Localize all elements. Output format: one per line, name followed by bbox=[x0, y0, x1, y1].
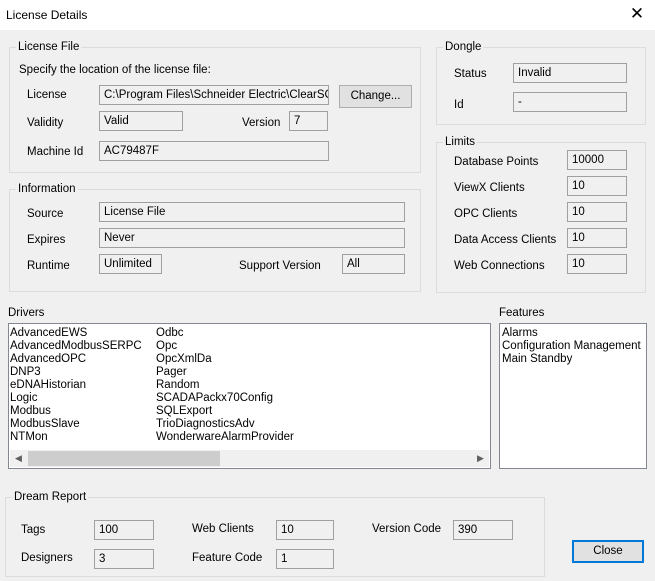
version-label: Version bbox=[242, 117, 281, 129]
version-field[interactable]: 7 bbox=[289, 111, 328, 131]
driver-item[interactable]: AdvancedOPC bbox=[10, 353, 142, 366]
web-clients-label: Web Clients bbox=[192, 523, 254, 535]
version-code-label: Version Code bbox=[372, 523, 442, 535]
limit-field-viewx-clients[interactable]: 10 bbox=[567, 176, 627, 196]
tags-label: Tags bbox=[21, 524, 46, 536]
id-field[interactable]: - bbox=[513, 92, 627, 112]
drivers-horizontal-scrollbar[interactable]: ◀ ▶ bbox=[10, 450, 489, 467]
limit-label-web-connections: Web Connections bbox=[454, 260, 545, 272]
feature-code-label: Feature Code bbox=[192, 552, 263, 564]
driver-item[interactable]: AdvancedModbusSERPC bbox=[10, 340, 142, 353]
limit-label-opc-clients: OPC Clients bbox=[454, 208, 518, 220]
driver-item[interactable]: WonderwareAlarmProvider bbox=[156, 431, 294, 444]
machine-id-label: Machine Id bbox=[27, 146, 84, 158]
driver-item[interactable]: ModbusSlave bbox=[10, 418, 142, 431]
driver-item[interactable]: AdvancedEWS bbox=[10, 327, 142, 340]
driver-item[interactable]: SQLExport bbox=[156, 405, 294, 418]
tags-field[interactable]: 100 bbox=[94, 520, 154, 540]
machine-id-field[interactable]: AC79487F bbox=[99, 141, 329, 161]
limit-field-web-connections[interactable]: 10 bbox=[567, 254, 627, 274]
limit-field-database-points[interactable]: 10000 bbox=[567, 150, 627, 170]
driver-item[interactable]: Random bbox=[156, 379, 294, 392]
drivers-column-1: AdvancedEWS AdvancedModbusSERPC Advanced… bbox=[10, 327, 142, 444]
designers-field[interactable]: 3 bbox=[94, 549, 154, 569]
driver-item[interactable]: Odbc bbox=[156, 327, 294, 340]
expires-label: Expires bbox=[27, 234, 66, 246]
features-list[interactable]: Alarms Configuration Management Main Sta… bbox=[499, 323, 647, 469]
feature-item[interactable]: Configuration Management bbox=[502, 340, 641, 353]
web-clients-field[interactable]: 10 bbox=[276, 520, 334, 540]
feature-item[interactable]: Main Standby bbox=[502, 353, 641, 366]
license-label: License bbox=[27, 89, 67, 101]
title-bar: License Details ✕ bbox=[0, 0, 655, 30]
driver-item[interactable]: Opc bbox=[156, 340, 294, 353]
support-version-label: Support Version bbox=[239, 260, 321, 272]
license-file-group-label: License File bbox=[16, 40, 82, 54]
scrollbar-thumb[interactable] bbox=[28, 451, 220, 466]
drivers-column-2: Odbc Opc OpcXmlDa Pager Random SCADAPack… bbox=[156, 327, 294, 444]
driver-item[interactable]: TrioDiagnosticsAdv bbox=[156, 418, 294, 431]
driver-item[interactable]: eDNAHistorian bbox=[10, 379, 142, 392]
source-label: Source bbox=[27, 208, 64, 220]
id-label: Id bbox=[454, 99, 464, 111]
license-path-field[interactable]: C:\Program Files\Schneider Electric\Clea… bbox=[99, 85, 329, 105]
limit-field-opc-clients[interactable]: 10 bbox=[567, 202, 627, 222]
dongle-group: Dongle bbox=[436, 40, 646, 125]
change-button[interactable]: Change... bbox=[339, 85, 412, 108]
information-group-label: Information bbox=[16, 182, 78, 196]
validity-label: Validity bbox=[27, 117, 64, 129]
driver-item[interactable]: OpcXmlDa bbox=[156, 353, 294, 366]
limit-label-data-access-clients: Data Access Clients bbox=[454, 234, 557, 246]
status-field[interactable]: Invalid bbox=[513, 63, 627, 83]
driver-item[interactable]: Logic bbox=[10, 392, 142, 405]
version-code-field[interactable]: 390 bbox=[453, 520, 513, 540]
feature-item[interactable]: Alarms bbox=[502, 327, 641, 340]
driver-item[interactable]: SCADAPackx70Config bbox=[156, 392, 294, 405]
limit-label-database-points: Database Points bbox=[454, 156, 539, 168]
drivers-label: Drivers bbox=[8, 307, 45, 319]
dongle-group-label: Dongle bbox=[443, 40, 484, 54]
license-instruction: Specify the location of the license file… bbox=[19, 64, 211, 76]
driver-item[interactable]: Modbus bbox=[10, 405, 142, 418]
limit-field-data-access-clients[interactable]: 10 bbox=[567, 228, 627, 248]
designers-label: Designers bbox=[21, 552, 73, 564]
limit-label-viewx-clients: ViewX Clients bbox=[454, 182, 525, 194]
window-title: License Details bbox=[6, 8, 88, 22]
source-field[interactable]: License File bbox=[99, 202, 405, 222]
support-version-field[interactable]: All bbox=[342, 254, 405, 274]
close-button[interactable]: Close bbox=[572, 540, 644, 563]
close-icon[interactable]: ✕ bbox=[629, 5, 645, 23]
runtime-field[interactable]: Unlimited bbox=[99, 254, 162, 274]
scroll-left-icon[interactable]: ◀ bbox=[10, 450, 27, 467]
dream-report-group-label: Dream Report bbox=[12, 490, 89, 504]
runtime-label: Runtime bbox=[27, 260, 70, 272]
status-label: Status bbox=[454, 68, 487, 80]
feature-code-field[interactable]: 1 bbox=[276, 549, 334, 569]
expires-field[interactable]: Never bbox=[99, 228, 405, 248]
scroll-right-icon[interactable]: ▶ bbox=[472, 450, 489, 467]
driver-item[interactable]: DNP3 bbox=[10, 366, 142, 379]
driver-item[interactable]: NTMon bbox=[10, 431, 142, 444]
features-column: Alarms Configuration Management Main Sta… bbox=[502, 327, 641, 366]
limits-group-label: Limits bbox=[443, 135, 478, 149]
validity-field[interactable]: Valid bbox=[99, 111, 183, 131]
features-label: Features bbox=[499, 307, 545, 319]
drivers-list[interactable]: AdvancedEWS AdvancedModbusSERPC Advanced… bbox=[8, 323, 491, 469]
driver-item[interactable]: Pager bbox=[156, 366, 294, 379]
